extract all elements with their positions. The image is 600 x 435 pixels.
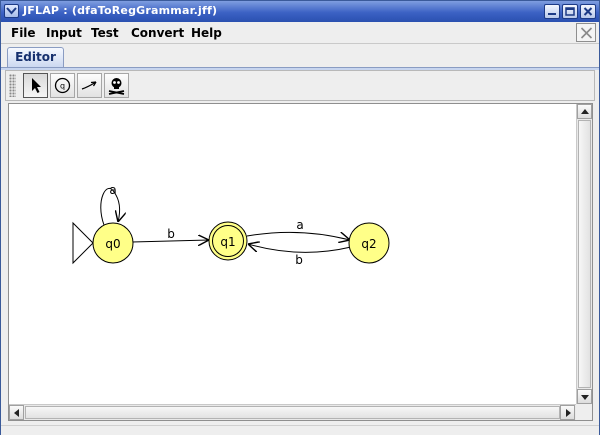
transition-label-q1-q2: a — [296, 218, 303, 232]
state-q2[interactable]: q2 — [348, 222, 390, 264]
toolbar-grip[interactable] — [9, 74, 16, 97]
horizontal-scrollbar[interactable] — [9, 404, 576, 420]
editor-pane: a b a b q0 q1 q2 — [8, 103, 593, 421]
menu-convert[interactable]: Convert — [131, 26, 184, 40]
window-title: JFLAP : (dfaToRegGrammar.jff) — [23, 4, 218, 17]
vertical-scrollbar[interactable] — [576, 104, 592, 404]
transition-label-q0-q0: a — [109, 183, 116, 197]
scroll-corner — [576, 404, 592, 420]
menu-test[interactable]: Test — [91, 26, 119, 40]
state-q0[interactable]: q0 — [92, 222, 134, 264]
menu-input[interactable]: Input — [46, 26, 82, 40]
vertical-scroll-thumb[interactable] — [578, 120, 591, 388]
horizontal-scroll-thumb[interactable] — [25, 406, 560, 419]
transition-q2-q1[interactable] — [248, 244, 352, 253]
transition-q1-q2[interactable] — [246, 231, 350, 240]
state-label-q1: q1 — [220, 235, 235, 249]
editor-toolbar: q — [5, 70, 595, 101]
automaton-canvas[interactable]: a b a b q0 q1 q2 — [9, 104, 576, 404]
tab-editor[interactable]: Editor — [7, 47, 64, 69]
maximize-button[interactable] — [562, 4, 578, 19]
initial-state-marker — [72, 221, 94, 265]
transition-label-q0-q1: b — [167, 227, 175, 241]
svg-text:q: q — [60, 82, 65, 91]
scroll-left-button[interactable] — [9, 405, 24, 420]
jflap-window: JFLAP : (dfaToRegGrammar.jff) File Input… — [0, 0, 600, 435]
window-menu-icon[interactable] — [4, 4, 19, 18]
minimize-button[interactable] — [544, 4, 560, 19]
transition-label-q2-q1: b — [295, 253, 303, 267]
window-bottom-edge — [1, 425, 599, 435]
state-creator-tool[interactable]: q — [50, 73, 75, 98]
deleter-tool[interactable] — [104, 73, 129, 98]
attribute-editor-tool[interactable] — [23, 73, 48, 98]
menu-bar: File Input Test Convert Help — [1, 22, 599, 44]
close-window-button[interactable] — [580, 4, 596, 19]
scroll-up-button[interactable] — [577, 104, 592, 119]
state-q1[interactable]: q1 — [208, 221, 248, 261]
automaton-diagram[interactable]: a b a b q0 q1 q2 — [9, 104, 576, 404]
scroll-right-button[interactable] — [560, 405, 575, 420]
state-label-q2: q2 — [361, 237, 376, 251]
menu-file[interactable]: File — [11, 26, 36, 40]
close-tab-button[interactable] — [576, 23, 596, 42]
transition-creator-tool[interactable] — [77, 73, 102, 98]
tab-strip: Editor — [1, 44, 599, 69]
menu-help[interactable]: Help — [191, 26, 222, 40]
scroll-down-button[interactable] — [577, 389, 592, 404]
title-bar[interactable]: JFLAP : (dfaToRegGrammar.jff) — [1, 1, 599, 22]
state-label-q0: q0 — [105, 237, 120, 251]
